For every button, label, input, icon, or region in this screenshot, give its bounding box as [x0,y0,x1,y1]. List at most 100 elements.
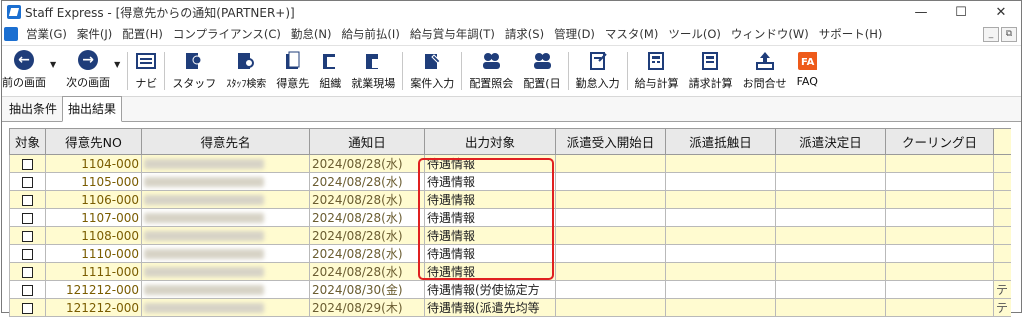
decision-date-cell [775,262,886,281]
mdi-minimize-button[interactable]: _ [983,27,999,42]
table-row[interactable]: 1111-000 2024/08/28(水) 待遇情報 [9,262,1011,281]
client-name-cell [141,172,310,191]
row-checkbox[interactable] [22,284,33,296]
toolbar-separator [402,52,404,90]
column-header-select[interactable]: 対象 [9,128,46,155]
back-arrow-icon: ← [14,50,34,70]
staff-search-icon [236,50,256,72]
placement-day-button[interactable]: 配置(日 [518,46,565,96]
menu-billing[interactable]: 請求(S) [500,26,549,42]
column-header-conflict-date[interactable]: 派遣抵触日 [665,128,776,155]
tab-strip: 抽出条件 抽出結果 [2,96,1021,122]
case-entry-label: 案件入力 [410,77,455,90]
notify-date-cell: 2024/08/28(水) [309,226,425,245]
menu-placement[interactable]: 配置(H) [117,26,168,42]
column-header-dispatch-start[interactable]: 派遣受入開始日 [555,128,666,155]
row-checkbox[interactable] [22,194,33,206]
attendance-entry-icon [588,50,608,72]
client-button[interactable]: 得意先 [271,46,314,96]
billing-button[interactable]: 請求計算 [684,46,738,96]
row-select-cell [9,244,46,263]
app-icon [7,5,21,19]
staff-icon [184,50,204,72]
menu-management[interactable]: 管理(D) [549,26,600,42]
forward-arrow-icon: → [78,50,99,70]
menu-sales[interactable]: 営業(G) [21,26,72,42]
row-checkbox[interactable] [22,248,33,260]
tab-extraction-conditions[interactable]: 抽出条件 [4,97,62,121]
staff-search-button[interactable]: ｽﾀｯﾌ検索 [221,46,271,96]
organization-label: 組織 [319,77,342,90]
placement-inquiry-button[interactable]: 配置照会 [464,46,518,96]
next-dropdown-icon[interactable]: ▼ [114,60,120,69]
extra-cell: テ [993,280,1011,299]
table-row[interactable]: 1106-000 2024/08/28(水) 待遇情報 [9,190,1011,209]
menu-window[interactable]: ウィンドウ(W) [726,26,814,42]
toolbar-separator [567,52,569,90]
prev-dropdown-icon[interactable]: ▼ [50,60,56,69]
client-no-cell: 1107-000 [45,208,142,227]
table-row[interactable]: 121212-000 2024/08/30(金) 待遇情報(労使協定方 テ [9,280,1011,299]
column-header-client-no[interactable]: 得意先NO [45,128,142,155]
row-checkbox[interactable] [22,158,33,170]
placement-inquiry-label: 配置照会 [469,77,514,90]
tab-extraction-results[interactable]: 抽出結果 [62,96,123,122]
table-row[interactable]: 1107-000 2024/08/28(水) 待遇情報 [9,208,1011,227]
notify-date-cell: 2024/08/28(水) [309,244,425,263]
conflict-date-cell [665,154,776,173]
staff-button[interactable]: スタッフ [167,46,221,96]
output-target-cell: 待遇情報 [424,262,556,281]
row-checkbox[interactable] [22,266,33,278]
maximize-button[interactable]: ☐ [941,5,981,20]
menu-advance-pay[interactable]: 給与前払(I) [336,26,404,42]
dispatch-start-cell [555,226,666,245]
row-checkbox[interactable] [22,302,33,314]
menu-compliance[interactable]: コンプライアンス(C) [168,26,286,42]
navi-button[interactable]: ナビ [130,46,162,96]
column-header-client-name[interactable]: 得意先名 [141,128,310,155]
row-checkbox[interactable] [22,230,33,242]
menu-tools[interactable]: ツール(O) [663,26,726,42]
next-screen-button[interactable]: → 次の画面 ▼ [61,46,125,96]
row-select-cell [9,280,46,299]
menu-case[interactable]: 案件(J) [72,26,117,42]
staff-label: スタッフ [172,77,217,90]
client-no-cell: 1105-000 [45,172,142,191]
case-entry-button[interactable]: 案件入力 [405,46,459,96]
workplace-button[interactable]: 就業現場 [346,46,400,96]
client-name-cell [141,280,310,299]
faq-button[interactable]: FA FAQ [792,46,823,96]
prev-screen-button[interactable]: ← 前の画面 ▼ [2,46,61,96]
blurred-client-name [144,231,264,241]
client-no-cell: 1108-000 [45,226,142,245]
output-target-cell: 待遇情報 [424,244,556,263]
table-row[interactable]: 1105-000 2024/08/28(水) 待遇情報 [9,172,1011,191]
row-checkbox[interactable] [22,212,33,224]
row-checkbox[interactable] [22,176,33,188]
row-select-cell [9,226,46,245]
attendance-entry-button[interactable]: 勤怠入力 [571,46,625,96]
close-button[interactable]: ✕ [981,5,1021,20]
results-table: 対象 得意先NO 得意先名 通知日 出力対象 派遣受入開始日 派遣抵触日 派遣決… [9,128,1011,317]
notify-date-cell: 2024/08/28(水) [309,154,425,173]
menu-support[interactable]: サポート(H) [814,26,888,42]
menu-master[interactable]: マスタ(M) [600,26,663,42]
blurred-client-name [144,249,264,259]
table-row[interactable]: 1110-000 2024/08/28(水) 待遇情報 [9,244,1011,263]
column-header-notify-date[interactable]: 通知日 [309,128,425,155]
inquiry-button[interactable]: お問合せ [738,46,792,96]
column-header-cooling-date[interactable]: クーリング日 [885,128,994,155]
column-header-output-target[interactable]: 出力対象 [424,128,556,155]
minimize-button[interactable]: — [901,5,941,20]
column-header-decision-date[interactable]: 派遣決定日 [775,128,886,155]
dispatch-start-cell [555,154,666,173]
mdi-restore-button[interactable]: ⧉ [1001,27,1017,42]
results-grid: 対象 得意先NO 得意先名 通知日 出力対象 派遣受入開始日 派遣抵触日 派遣決… [9,128,1011,318]
organization-button[interactable]: 組織 [314,46,346,96]
payroll-button[interactable]: 給与計算 [630,46,684,96]
menu-attendance[interactable]: 勤怠(N) [286,26,337,42]
menu-payroll[interactable]: 給与賞与年調(T) [405,26,500,42]
extra-cell [993,190,1011,209]
table-row[interactable]: 1104-000 2024/08/28(水) 待遇情報 [9,154,1011,173]
table-row[interactable]: 1108-000 2024/08/28(水) 待遇情報 [9,226,1011,245]
